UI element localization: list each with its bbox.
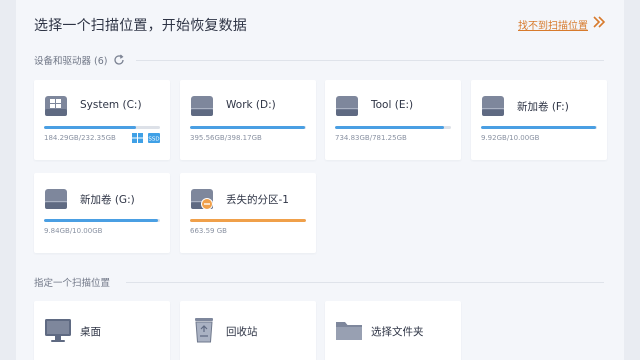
drive-size-text: 663.59 GB <box>190 227 227 235</box>
drive-card-work-d[interactable]: Work (D:) 395.56GB/398.17GB <box>180 80 316 160</box>
drive-usage-fill <box>481 126 596 129</box>
location-card-recycle-bin[interactable]: 回收站 <box>180 301 316 360</box>
location-card-choose-folder[interactable]: 选择文件夹 <box>325 301 461 360</box>
location-card-desktop[interactable]: 桌面 <box>34 301 170 360</box>
lost-partition-icon <box>191 189 213 210</box>
locations-section-divider <box>126 282 604 283</box>
drive-usage-bar <box>190 126 306 129</box>
drive-card-new-volume-f[interactable]: 新加卷 (F:) 9.92GB/10.00GB <box>471 80 607 160</box>
locations-section-label: 指定一个扫描位置 <box>34 278 111 289</box>
refresh-icon[interactable] <box>113 54 125 66</box>
drive-usage-bar <box>481 126 597 129</box>
drive-usage-fill <box>190 219 306 222</box>
drive-usage-fill <box>190 126 305 129</box>
folder-icon <box>336 322 362 340</box>
desktop-monitor-icon <box>45 319 71 342</box>
location-name: 回收站 <box>226 326 258 338</box>
locations-section-header: 指定一个扫描位置 <box>34 275 110 289</box>
drive-usage-bar <box>335 126 451 129</box>
drive-name: Work (D:) <box>226 99 276 111</box>
drive-name: System (C:) <box>80 99 142 111</box>
drive-usage-bar <box>190 219 306 222</box>
location-name: 桌面 <box>80 326 101 338</box>
drive-usage-fill <box>44 219 158 222</box>
drive-usage-fill <box>44 126 136 129</box>
windows-icon <box>132 133 143 143</box>
drive-usage-bar <box>44 126 160 129</box>
page-title: 选择一个扫描位置，开始恢复数据 <box>34 18 247 34</box>
hard-drive-icon <box>482 96 504 116</box>
devices-section-divider <box>136 60 604 61</box>
drive-size-text: 9.92GB/10.00GB <box>481 134 540 142</box>
ssd-icon: SSD <box>148 133 160 143</box>
drive-usage-bar <box>44 219 160 222</box>
drive-name: 新加卷 (F:) <box>517 101 569 113</box>
double-chevron-right-icon[interactable] <box>592 14 606 30</box>
drive-name: 丢失的分区-1 <box>226 194 289 206</box>
drive-card-tool-e[interactable]: Tool (E:) 734.83GB/781.25GB <box>325 80 461 160</box>
drive-size-text: 734.83GB/781.25GB <box>335 134 407 142</box>
hard-drive-icon <box>191 96 213 116</box>
devices-section-header: 设备和驱动器 (6) <box>34 53 125 67</box>
drive-card-system-c[interactable]: System (C:) 184.29GB/232.35GB SSD <box>34 80 170 160</box>
drive-size-text: 395.56GB/398.17GB <box>190 134 262 142</box>
drive-name: Tool (E:) <box>371 99 414 111</box>
drive-card-lost-partition[interactable]: 丢失的分区-1 663.59 GB <box>180 173 316 253</box>
drive-name: 新加卷 (G:) <box>80 194 135 206</box>
drive-size-text: 9.84GB/10.00GB <box>44 227 103 235</box>
drive-size-text: 184.29GB/232.35GB <box>44 134 116 142</box>
drive-card-new-volume-g[interactable]: 新加卷 (G:) 9.84GB/10.00GB <box>34 173 170 253</box>
recycle-bin-icon <box>195 318 213 343</box>
location-name: 选择文件夹 <box>371 326 424 338</box>
drive-usage-fill <box>335 126 445 129</box>
ssd-label: SSD <box>148 137 159 143</box>
windows-system-drive-icon <box>45 96 67 116</box>
hard-drive-icon <box>45 189 67 209</box>
devices-section-label: 设备和驱动器 (6) <box>34 56 108 67</box>
cannot-find-location-link[interactable]: 找不到扫描位置 <box>518 17 588 32</box>
hard-drive-icon <box>336 96 358 116</box>
